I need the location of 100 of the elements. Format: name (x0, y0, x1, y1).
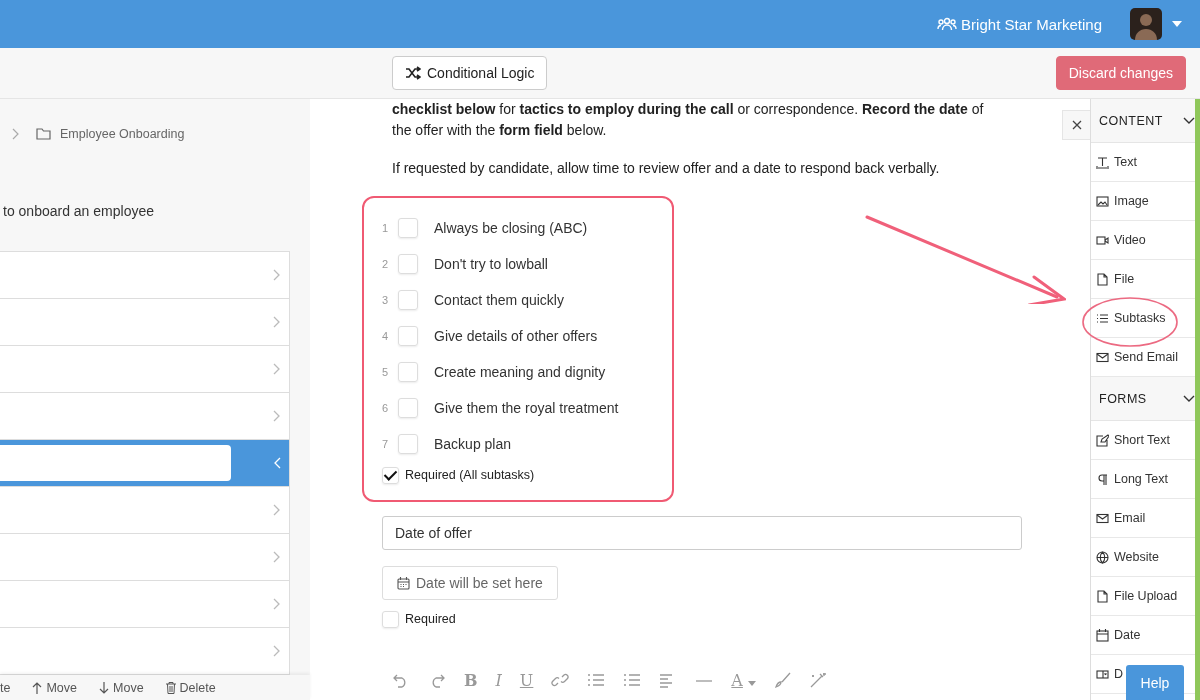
subtask-checkbox[interactable] (398, 362, 418, 382)
folder-icon (36, 128, 52, 140)
chevron-down-icon (1183, 116, 1195, 125)
task-row[interactable] (0, 440, 290, 487)
sidebar-item[interactable]: File Upload (1096, 589, 1178, 603)
close-button[interactable] (1062, 110, 1090, 140)
task-row[interactable] (0, 534, 290, 581)
file-icon (1096, 589, 1109, 603)
video-icon (1096, 233, 1109, 247)
sidebar-item[interactable]: Email (1096, 511, 1146, 525)
required-checkbox[interactable] (382, 466, 399, 484)
sidebar-item[interactable]: Website (1096, 550, 1159, 564)
subtask-number: 2 (382, 258, 390, 270)
subtask-label: Contact them quickly (434, 292, 564, 308)
edit-icon (1096, 433, 1109, 447)
chevron-right-icon (273, 598, 281, 610)
bullets-icon[interactable] (587, 672, 606, 688)
chevron-left-icon (273, 457, 281, 469)
text-icon (1096, 155, 1109, 169)
para-icon (1096, 472, 1109, 486)
chevron-right-icon (273, 269, 281, 281)
down-arrow-icon (99, 681, 109, 694)
required-label: Required (All subtasks) (405, 468, 535, 482)
section-header[interactable]: FORMS (1091, 377, 1195, 421)
brush-icon[interactable] (774, 672, 792, 688)
caret-icon (748, 680, 756, 686)
action-button[interactable]: Move (32, 680, 77, 695)
subtask-checkbox[interactable] (398, 290, 418, 310)
section-header[interactable]: CONTENT (1091, 99, 1195, 143)
subtask-number: 3 (382, 294, 390, 306)
section-title: FORMS (1099, 391, 1147, 406)
instruction-text: If requested by candidate, allow time to review offer and a date to respond back verbally. (392, 159, 941, 178)
breadcrumb-link[interactable]: Employee Onboarding (60, 127, 185, 141)
dropdown-icon (1096, 667, 1109, 681)
task-row[interactable] (0, 487, 290, 534)
subtask-number: 6 (382, 402, 390, 414)
date-picker-button[interactable]: Date will be set here (382, 566, 558, 600)
sidebar-item[interactable]: Date (1096, 628, 1141, 642)
conditional-logic-button[interactable]: Conditional Logic (392, 56, 548, 90)
subtask-label: Create meaning and dignity (434, 364, 606, 380)
task-row[interactable] (0, 252, 290, 299)
list-icon (1096, 311, 1109, 325)
subtask-number: 7 (382, 438, 390, 450)
shuffle-icon (405, 66, 421, 80)
sidebar-item[interactable]: Send Email (1096, 350, 1178, 364)
subtask-label: Give them the royal treatment (434, 400, 619, 416)
globe-icon (1096, 550, 1109, 564)
people-icon (937, 17, 958, 31)
action-button[interactable]: Move (99, 680, 144, 695)
section-title: CONTENT (1099, 113, 1163, 128)
sidebar-item[interactable]: Long Text (1096, 472, 1168, 486)
sidebar-item[interactable]: File (1096, 272, 1135, 286)
chevron-right-icon (273, 363, 281, 375)
sidebar-item[interactable]: D (1096, 667, 1124, 681)
avatar[interactable] (1130, 8, 1162, 40)
instruction-text: checklist below for tactics to employ during the call or correspondence. Record the date of the offer with the form field below. (392, 100, 985, 140)
caret-icon[interactable] (1172, 21, 1182, 27)
up-arrow-icon (32, 681, 43, 694)
chevron-right-icon (273, 551, 281, 563)
field-label-input[interactable]: Date of offer (382, 516, 1022, 550)
subtask-number: 5 (382, 366, 390, 378)
subtask-label: Always be closing (ABC) (434, 220, 588, 236)
numbers-icon[interactable] (623, 672, 642, 688)
chevron-right-icon (12, 128, 20, 140)
action-button[interactable]: Delete (165, 680, 216, 695)
subtask-checkbox[interactable] (398, 398, 418, 418)
required-label: Required (405, 612, 456, 626)
subtask-checkbox[interactable] (398, 218, 418, 238)
close-icon (1071, 120, 1082, 130)
subtask-number: 4 (382, 330, 390, 342)
sidebar-item[interactable]: Video (1096, 233, 1146, 247)
task-row[interactable] (0, 346, 290, 393)
date-icon (1096, 628, 1109, 642)
calendar-icon (397, 576, 410, 590)
sidebar-item[interactable]: Text (1096, 155, 1137, 169)
chevron-right-icon (273, 645, 281, 657)
subtask-checkbox[interactable] (398, 326, 418, 346)
chevron-down-icon (1183, 394, 1195, 403)
action-button[interactable]: te (0, 680, 11, 695)
task-row[interactable] (0, 628, 290, 675)
sidebar-item[interactable]: Short Text (1096, 433, 1171, 447)
task-row[interactable] (0, 393, 290, 440)
chevron-right-icon (273, 316, 281, 328)
subtask-checkbox[interactable] (398, 254, 418, 274)
task-row[interactable] (0, 581, 290, 628)
magic-icon[interactable] (810, 672, 828, 688)
required-checkbox[interactable] (382, 610, 399, 628)
checklist-title: to onboard an employee (2, 202, 155, 219)
sidebar-item[interactable]: Image (1096, 194, 1149, 208)
link-icon[interactable] (551, 672, 570, 688)
subtask-label: Backup plan (434, 436, 512, 452)
chevron-right-icon (273, 504, 281, 516)
mail-icon (1096, 350, 1109, 364)
task-name-input[interactable] (0, 445, 231, 481)
subtask-checkbox[interactable] (398, 434, 418, 454)
image-icon (1096, 194, 1109, 208)
chevron-right-icon (273, 410, 281, 422)
mail-icon (1096, 511, 1109, 525)
subtask-number: 1 (382, 222, 390, 234)
task-row[interactable] (0, 299, 290, 346)
